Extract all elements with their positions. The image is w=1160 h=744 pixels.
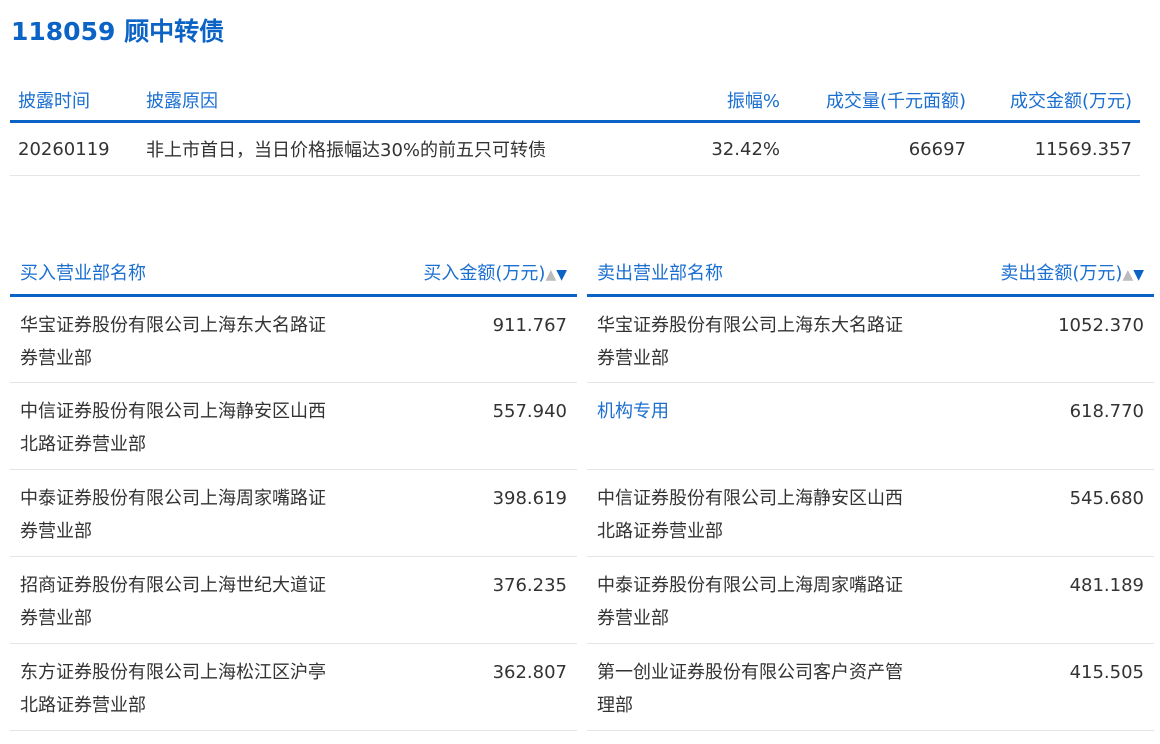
- amount: 398.619: [350, 469, 577, 557]
- page-title: 118059 顾中转债: [11, 17, 225, 46]
- disclosure-table: 披露时间 披露原因 振幅% 成交量(千元面额) 成交金额(万元) 2026011…: [10, 80, 1140, 176]
- branch-name: 中泰证券股份有限公司上海周家嘴路证券营业部: [587, 556, 927, 644]
- table-row: 华宝证券股份有限公司上海东大名路证券营业部 1052.370: [587, 295, 1154, 383]
- buy-amount-header[interactable]: 买入金额(万元)▲▼: [350, 250, 577, 297]
- buy-name-header: 买入营业部名称: [10, 250, 350, 297]
- table-row: 招商证券股份有限公司上海世纪大道证券营业部 376.235: [10, 556, 577, 644]
- sell-amount-header[interactable]: 卖出金额(万元)▲▼: [927, 250, 1154, 297]
- amount: 545.680: [927, 469, 1154, 557]
- amplitude: 32.42%: [678, 121, 788, 176]
- reason: 非上市首日，当日价格振幅达30%的前五只可转债: [138, 121, 679, 176]
- amount: 911.767: [350, 295, 577, 383]
- branch-name: 中泰证券股份有限公司上海周家嘴路证券营业部: [10, 469, 350, 557]
- col-turnover: 成交金额(万元): [974, 80, 1140, 123]
- sell-name-header: 卖出营业部名称: [587, 250, 927, 297]
- sort-up-icon[interactable]: ▲: [1122, 267, 1133, 283]
- table-row: 机构专用 618.770: [587, 382, 1154, 470]
- buy-table: 买入营业部名称 买入金额(万元)▲▼ 华宝证券股份有限公司上海东大名路证券营业部…: [10, 250, 577, 731]
- amount: 557.940: [350, 382, 577, 470]
- table-row: 华宝证券股份有限公司上海东大名路证券营业部 911.767: [10, 295, 577, 383]
- disclosure-header: 披露时间 披露原因 振幅% 成交量(千元面额) 成交金额(万元): [10, 80, 1140, 123]
- table-row: 中泰证券股份有限公司上海周家嘴路证券营业部 398.619: [10, 469, 577, 557]
- volume: 66697: [788, 121, 974, 176]
- branch-name[interactable]: 机构专用: [587, 382, 927, 470]
- branch-name: 中信证券股份有限公司上海静安区山西北路证券营业部: [10, 382, 350, 470]
- amount: 362.807: [350, 643, 577, 731]
- branch-name: 东方证券股份有限公司上海松江区沪亭北路证券营业部: [10, 643, 350, 731]
- table-row: 东方证券股份有限公司上海松江区沪亭北路证券营业部 362.807: [10, 643, 577, 731]
- table-row: 中泰证券股份有限公司上海周家嘴路证券营业部 481.189: [587, 556, 1154, 644]
- col-reason: 披露原因: [138, 80, 679, 123]
- sell-amount-label: 卖出金额(万元): [1000, 263, 1123, 284]
- sort-down-icon[interactable]: ▼: [556, 267, 567, 283]
- amount: 376.235: [350, 556, 577, 644]
- turnover: 11569.357: [974, 121, 1140, 176]
- col-volume: 成交量(千元面额): [788, 80, 974, 123]
- buy-amount-label: 买入金额(万元): [423, 263, 546, 284]
- table-row: 中信证券股份有限公司上海静安区山西北路证券营业部 545.680: [587, 469, 1154, 557]
- col-date: 披露时间: [10, 80, 138, 123]
- table-row: 20260119 非上市首日，当日价格振幅达30%的前五只可转债 32.42% …: [10, 121, 1140, 176]
- date: 20260119: [10, 121, 138, 176]
- table-row: 中信证券股份有限公司上海静安区山西北路证券营业部 557.940: [10, 382, 577, 470]
- branch-name: 华宝证券股份有限公司上海东大名路证券营业部: [587, 295, 927, 383]
- sort-down-icon[interactable]: ▼: [1133, 267, 1144, 283]
- sell-table: 卖出营业部名称 卖出金额(万元)▲▼ 华宝证券股份有限公司上海东大名路证券营业部…: [587, 250, 1154, 731]
- amount: 415.505: [927, 643, 1154, 731]
- col-amplitude: 振幅%: [678, 80, 788, 123]
- sort-up-icon[interactable]: ▲: [545, 267, 556, 283]
- table-row: 第一创业证券股份有限公司客户资产管理部 415.505: [587, 643, 1154, 731]
- branch-name: 华宝证券股份有限公司上海东大名路证券营业部: [10, 295, 350, 383]
- branch-name: 第一创业证券股份有限公司客户资产管理部: [587, 643, 927, 731]
- amount: 1052.370: [927, 295, 1154, 383]
- amount: 618.770: [927, 382, 1154, 470]
- amount: 481.189: [927, 556, 1154, 644]
- branch-name: 招商证券股份有限公司上海世纪大道证券营业部: [10, 556, 350, 644]
- branch-name: 中信证券股份有限公司上海静安区山西北路证券营业部: [587, 469, 927, 557]
